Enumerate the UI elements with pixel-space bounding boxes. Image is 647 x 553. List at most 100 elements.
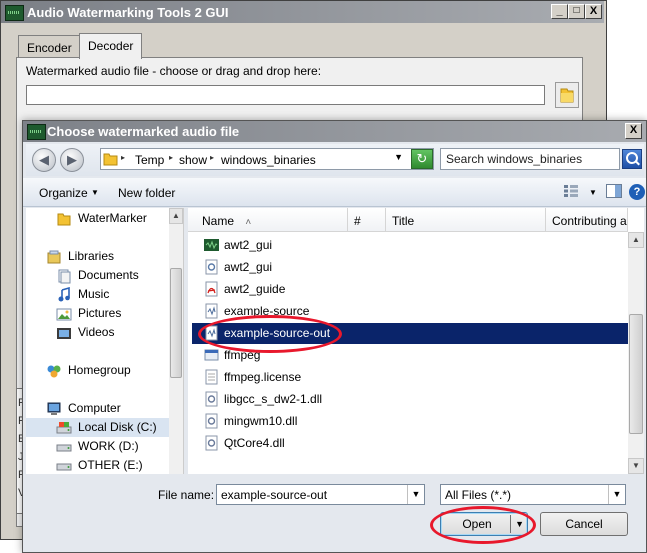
videos-icon — [57, 328, 71, 339]
refresh-button[interactable]: ↻ — [411, 149, 433, 169]
breadcrumb-windows-binaries[interactable]: windows_binaries — [221, 153, 316, 167]
nav-item-videos[interactable]: Videos — [26, 323, 169, 342]
nav-item-label: Music — [78, 287, 110, 301]
breadcrumb-separator[interactable]: ▸ — [210, 153, 214, 162]
maximize-button[interactable]: □ — [568, 4, 585, 19]
file-type-select[interactable]: All Files (*.*) ▼ — [440, 484, 626, 505]
breadcrumb-temp[interactable]: Temp — [135, 153, 164, 167]
file-name: awt2_guide — [224, 282, 286, 296]
close-button[interactable]: X — [585, 4, 602, 19]
file-name-input[interactable]: example-source-out ▼ — [216, 484, 425, 505]
file-row[interactable]: example-source — [192, 301, 628, 322]
breadcrumb-show[interactable]: show — [179, 153, 207, 167]
nav-item-watermarker[interactable]: WaterMarker — [26, 209, 169, 228]
scroll-thumb[interactable] — [629, 314, 643, 434]
preview-pane-icon[interactable] — [606, 184, 622, 198]
cancel-button[interactable]: Cancel — [540, 512, 628, 536]
nav-item-homegroup[interactable]: Homegroup — [26, 361, 169, 380]
file-row[interactable]: awt2_gui — [192, 235, 628, 256]
file-name-label: File name: — [158, 488, 215, 502]
file-row[interactable]: awt2_guide — [192, 279, 628, 300]
column-header-contributing-artists[interactable]: Contributing art — [546, 208, 628, 232]
file-row[interactable]: ffmpeg.license — [192, 367, 628, 388]
libraries-icon — [47, 250, 61, 264]
dialog-close-button[interactable]: X — [625, 123, 642, 139]
file-name-dropdown[interactable]: ▼ — [407, 485, 424, 504]
audio-file-icon — [205, 303, 218, 319]
file-list-scrollbar[interactable]: ▲ ▼ — [628, 232, 644, 474]
text-file-icon — [205, 369, 218, 385]
file-type-dropdown[interactable]: ▼ — [608, 485, 625, 504]
file-row[interactable]: QtCore4.dll — [192, 433, 628, 454]
file-row[interactable]: mingwm10.dll — [192, 411, 628, 432]
address-history-dropdown[interactable]: ▼ — [394, 152, 403, 162]
search-icon[interactable] — [622, 149, 642, 169]
organize-dropdown-arrow[interactable]: ▼ — [91, 188, 99, 197]
nav-item-label: Pictures — [78, 306, 122, 320]
nav-item-label: Libraries — [68, 249, 115, 263]
search-input[interactable]: Search windows_binaries — [440, 148, 620, 170]
nav-item-other-e[interactable]: OTHER (E:) — [26, 456, 169, 474]
file-row-selected[interactable]: example-source-out — [192, 323, 628, 344]
forward-button[interactable]: ▶ — [60, 148, 84, 172]
breadcrumb-separator[interactable]: ▸ — [169, 153, 173, 162]
file-name: ffmpeg — [224, 348, 261, 362]
nav-item-work-d[interactable]: WORK (D:) — [26, 437, 169, 456]
views-dropdown-arrow[interactable]: ▼ — [589, 188, 597, 197]
nav-item-libraries[interactable]: Libraries — [26, 247, 169, 266]
nav-item-pictures[interactable]: Pictures — [26, 304, 169, 323]
file-name: libgcc_s_dw2-1.dll — [224, 392, 323, 406]
views-icon[interactable] — [563, 184, 579, 198]
folder-icon — [103, 153, 118, 166]
file-row[interactable]: awt2_gui — [192, 257, 628, 278]
file-row[interactable]: ffmpeg — [192, 345, 628, 366]
pdf-icon — [205, 281, 218, 297]
scroll-down-arrow[interactable]: ▼ — [628, 458, 644, 474]
scroll-thumb[interactable] — [170, 268, 182, 378]
computer-icon — [47, 402, 61, 415]
browse-folder-button[interactable] — [555, 82, 579, 108]
nav-pane-scrollbar[interactable]: ▲ — [169, 208, 183, 474]
audio-file-icon — [205, 325, 218, 341]
dll-icon — [205, 413, 218, 429]
nav-item-label: WORK (D:) — [78, 439, 139, 453]
watermarked-file-input[interactable] — [26, 85, 545, 105]
sort-ascending-icon: ˄ — [245, 217, 252, 228]
config-file-icon — [205, 259, 218, 275]
pictures-icon — [56, 308, 72, 321]
main-window-title: Audio Watermarking Tools 2 GUI — [27, 5, 229, 20]
dialog-title-bar[interactable]: Choose watermarked audio file X — [23, 121, 646, 142]
scroll-up-arrow[interactable]: ▲ — [169, 208, 183, 224]
file-row[interactable]: libgcc_s_dw2-1.dll — [192, 389, 628, 410]
nav-item-computer[interactable]: Computer — [26, 399, 169, 418]
open-button[interactable]: Open ▼ — [440, 512, 528, 536]
nav-item-label: Computer — [68, 401, 121, 415]
main-title-bar[interactable]: Audio Watermarking Tools 2 GUI _ □ X — [1, 1, 604, 23]
open-dropdown-arrow[interactable]: ▼ — [515, 513, 524, 535]
nav-item-local-disk-c[interactable]: Local Disk (C:) — [26, 418, 169, 437]
file-list-pane: Name ˄ # Title Contributing art awt2_gui… — [188, 208, 644, 474]
scroll-up-arrow[interactable]: ▲ — [628, 232, 644, 248]
file-name: awt2_gui — [224, 238, 273, 252]
file-name: awt2_gui — [224, 260, 273, 274]
dialog-title: Choose watermarked audio file — [47, 124, 240, 139]
back-button[interactable]: ◀ — [32, 148, 56, 172]
file-name: QtCore4.dll — [224, 436, 285, 450]
music-icon — [58, 287, 70, 302]
nav-item-documents[interactable]: Documents — [26, 266, 169, 285]
drive-icon — [56, 444, 72, 452]
minimize-button[interactable]: _ — [551, 4, 568, 19]
tab-decoder[interactable]: Decoder — [79, 33, 143, 59]
column-header-title[interactable]: Title — [386, 208, 546, 232]
drive-icon — [56, 422, 72, 434]
help-icon[interactable]: ? — [629, 184, 645, 200]
file-type-value: All Files (*.*) — [445, 488, 512, 502]
column-header-number[interactable]: # — [348, 208, 386, 232]
new-folder-button[interactable]: New folder — [118, 186, 175, 200]
homegroup-icon — [47, 365, 61, 378]
organize-button[interactable]: Organize — [39, 186, 88, 200]
nav-item-music[interactable]: Music — [26, 285, 169, 304]
tab-encoder[interactable]: Encoder — [18, 35, 81, 57]
column-header-name[interactable]: Name ˄ — [188, 208, 348, 232]
address-box[interactable]: ▸ Temp ▸ show ▸ windows_binaries ▼ — [100, 148, 434, 170]
